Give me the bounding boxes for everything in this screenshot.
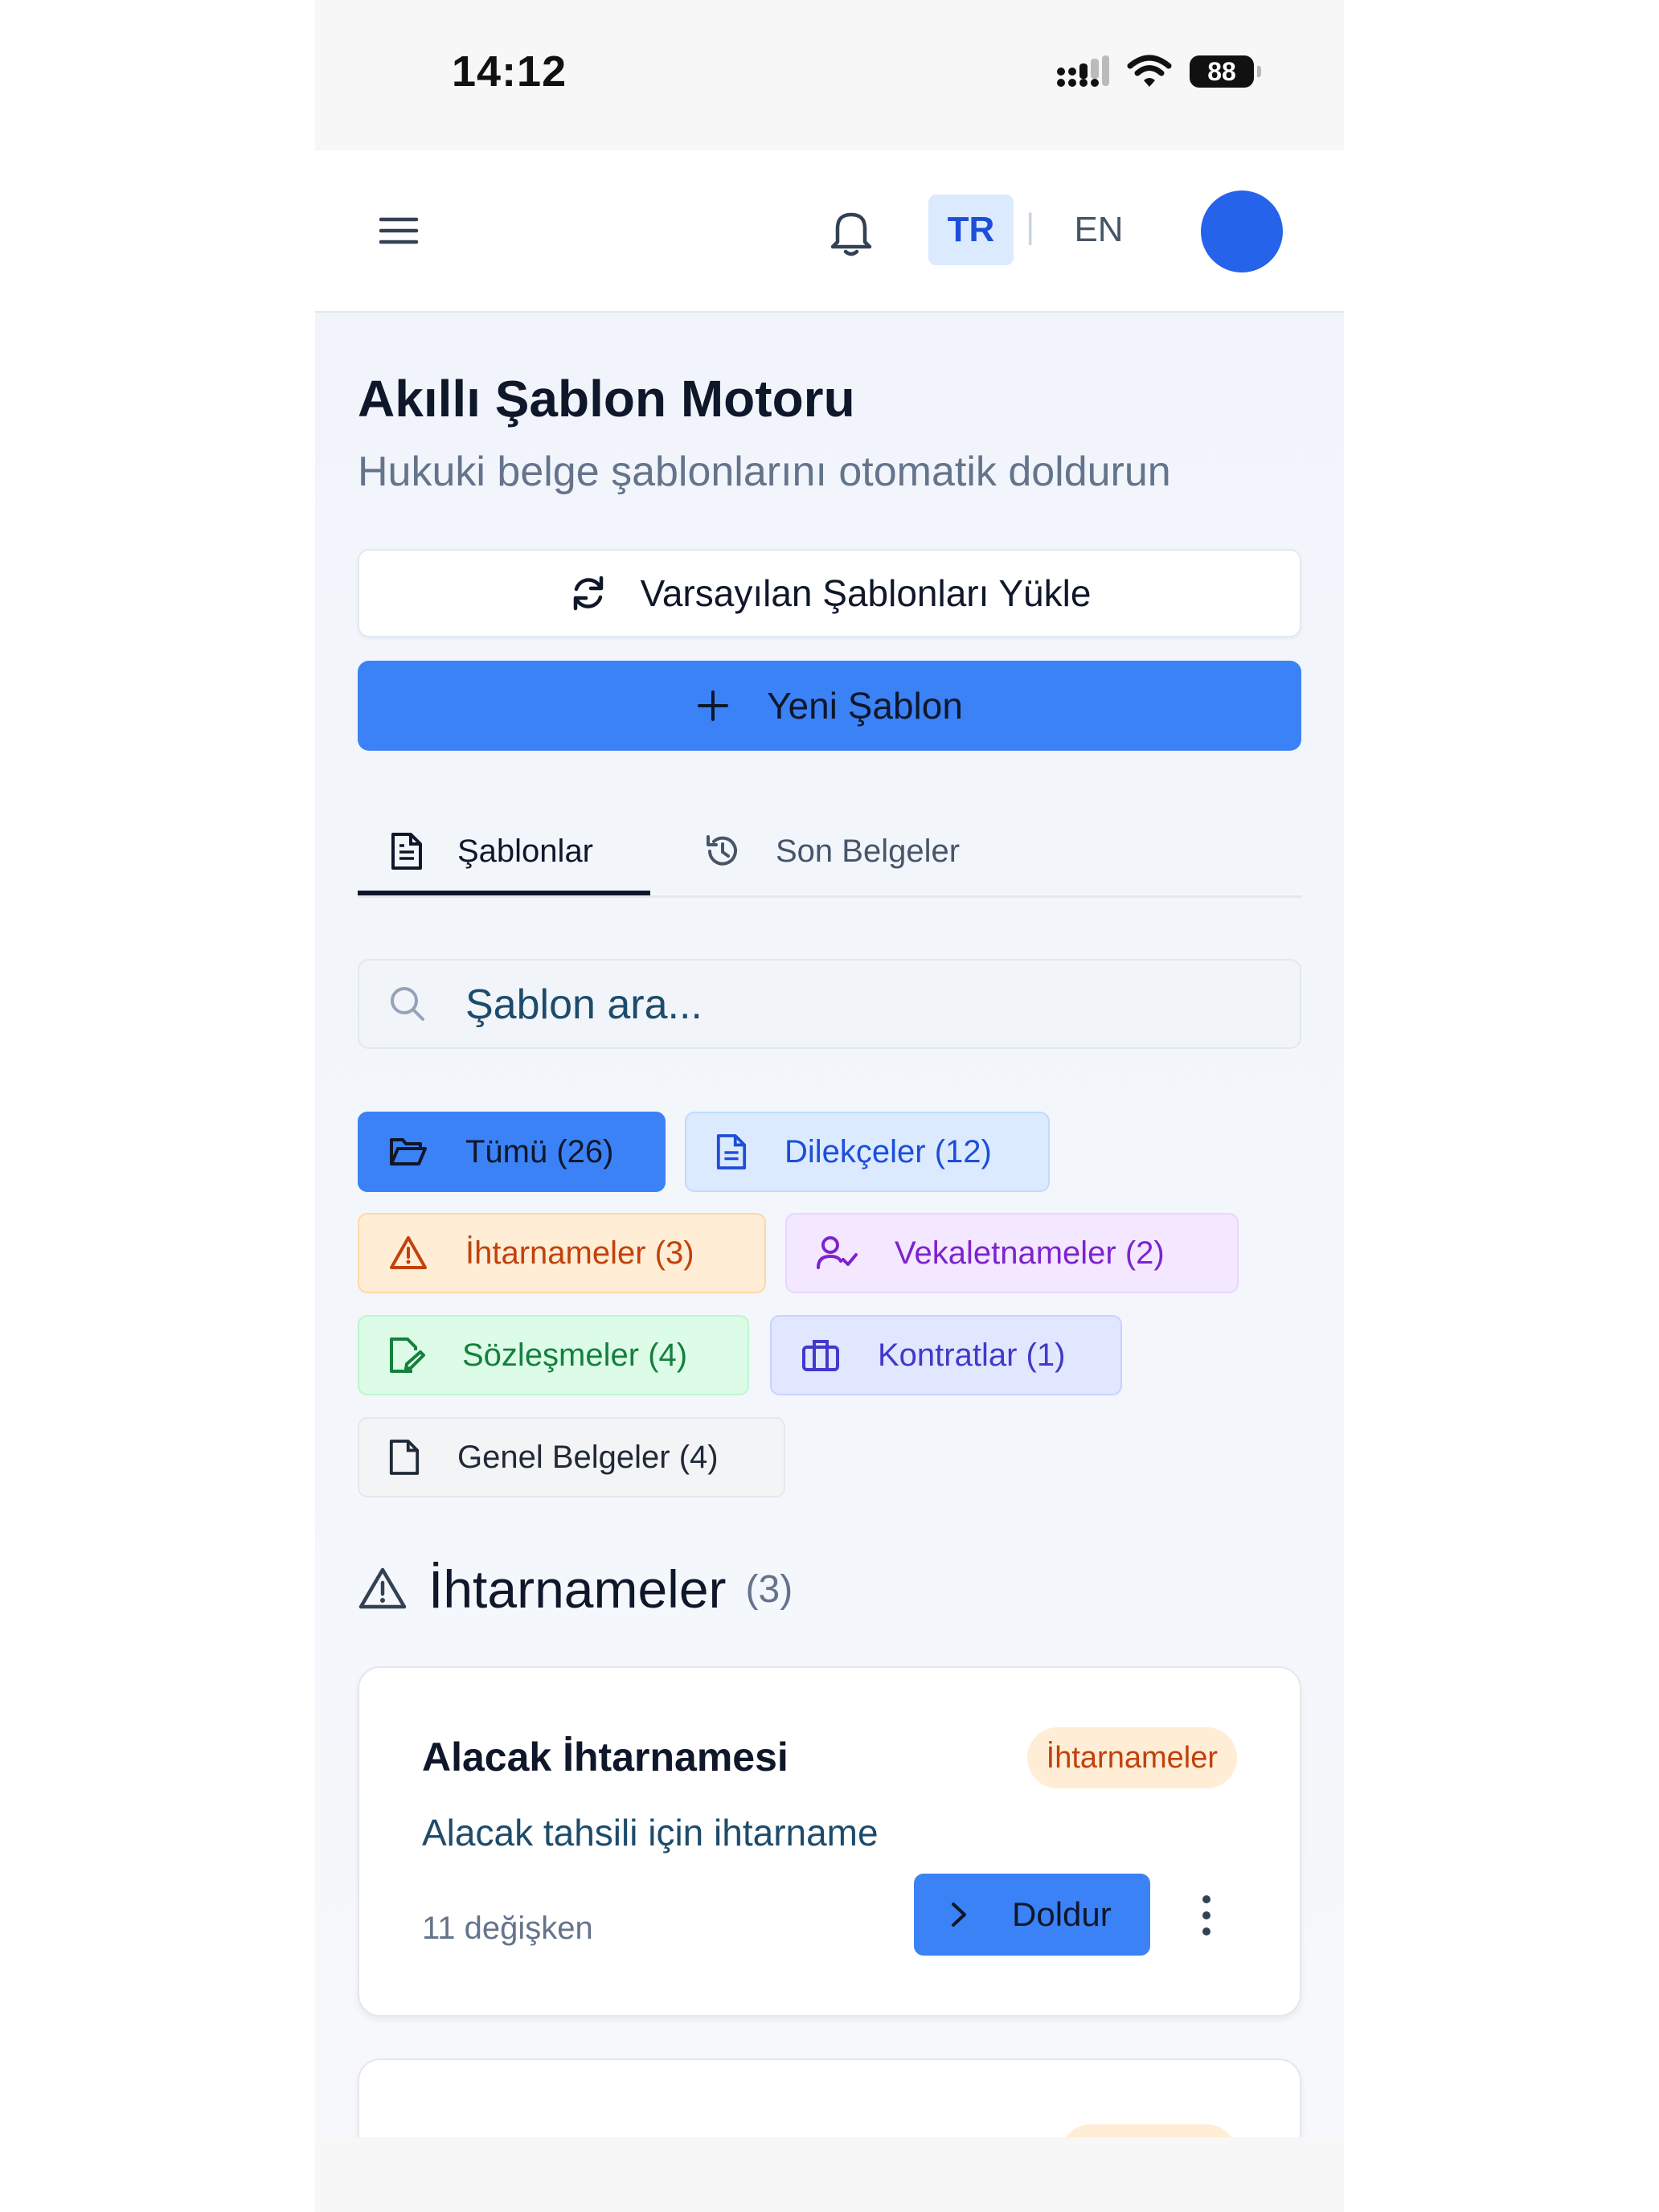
- tab-templates-label: Şablonlar: [457, 833, 594, 869]
- active-tab-indicator: [358, 891, 650, 895]
- file-icon: [389, 1440, 420, 1475]
- file-text-icon: [391, 833, 422, 870]
- fill-button[interactable]: Doldur: [914, 1874, 1150, 1956]
- app-header: TR | EN: [315, 150, 1344, 313]
- more-options-icon[interactable]: [1200, 1891, 1213, 1940]
- template-variable-count: 11 değişken: [422, 1911, 593, 1946]
- template-card-description: Alacak tahsili için ihtarname: [422, 1812, 879, 1854]
- filter-general-documents[interactable]: Genel Belgeler (4): [358, 1417, 785, 1497]
- language-tr-button[interactable]: TR: [928, 195, 1014, 265]
- filter-agreements-label: Sözleşmeler (4): [462, 1337, 688, 1373]
- new-template-label: Yeni Şablon: [767, 685, 963, 727]
- filter-contracts[interactable]: Kontratlar (1): [770, 1315, 1122, 1395]
- file-signature-icon: [390, 1337, 425, 1373]
- bell-icon[interactable]: [826, 207, 876, 258]
- status-bar: 14:12 88: [315, 0, 1344, 150]
- battery-level: 88: [1207, 56, 1236, 86]
- tab-recent-documents[interactable]: Son Belgeler: [703, 807, 960, 895]
- template-card-title: Alacak İhtarnamesi: [422, 1735, 789, 1780]
- page-title: Akıllı Şablon Motoru: [358, 370, 855, 428]
- filter-warnings[interactable]: İhtarnameler (3): [358, 1213, 766, 1293]
- plus-icon: [698, 690, 729, 721]
- status-time: 14:12: [452, 47, 567, 96]
- chevron-right-icon: [952, 1903, 966, 1927]
- template-card[interactable]: Alacak İhtarnamesi İhtarnameler Alacak t…: [358, 1666, 1301, 2017]
- search-box: [358, 959, 1301, 1049]
- page-subtitle: Hukuki belge şablonlarını otomatik doldu…: [358, 449, 1171, 495]
- filter-agreements[interactable]: Sözleşmeler (4): [358, 1315, 749, 1395]
- tab-recent-label: Son Belgeler: [776, 833, 961, 869]
- avatar[interactable]: [1201, 190, 1283, 272]
- load-defaults-button[interactable]: Varsayılan Şablonları Yükle: [358, 549, 1301, 637]
- filter-power-of-attorney-label: Vekaletnameler (2): [895, 1235, 1165, 1271]
- filter-contracts-label: Kontratlar (1): [878, 1337, 1066, 1373]
- section-title: İhtarnameler: [428, 1559, 727, 1619]
- filter-petitions-label: Dilekçeler (12): [784, 1133, 992, 1169]
- signal-icon: [1057, 55, 1109, 87]
- battery-indicator: 88: [1190, 55, 1261, 88]
- category-badge: İhtarnameler: [1026, 1727, 1237, 1788]
- section-header: İhtarnameler (3): [358, 1559, 793, 1620]
- filter-general-documents-label: Genel Belgeler (4): [457, 1439, 719, 1475]
- filter-petitions[interactable]: Dilekçeler (12): [685, 1112, 1050, 1192]
- status-icons: 88: [1056, 55, 1261, 88]
- filter-warnings-label: İhtarnameler (3): [465, 1235, 694, 1271]
- load-defaults-label: Varsayılan Şablonları Yükle: [640, 572, 1092, 614]
- phone-screen: 14:12 88 TR | EN Akıllı Şablon Motoru Hu…: [315, 0, 1344, 2212]
- tab-bar: Şablonlar Son Belgeler: [358, 807, 1301, 898]
- filter-all[interactable]: Tümü (26): [358, 1112, 666, 1192]
- file-text-icon: [716, 1134, 747, 1169]
- bottom-safe-area: [315, 2137, 1344, 2212]
- language-en-button[interactable]: EN: [1063, 195, 1135, 265]
- warning-icon: [390, 1236, 427, 1269]
- folder-open-icon: [390, 1138, 427, 1165]
- wifi-icon: [1127, 55, 1172, 87]
- tab-templates[interactable]: Şablonlar: [390, 807, 593, 895]
- user-check-icon: [817, 1236, 858, 1269]
- refresh-icon: [573, 576, 603, 611]
- search-input[interactable]: [464, 961, 1271, 1049]
- filter-power-of-attorney[interactable]: Vekaletnameler (2): [785, 1213, 1239, 1293]
- fill-button-label: Doldur: [1012, 1895, 1112, 1933]
- briefcase-icon: [802, 1340, 839, 1371]
- section-count: (3): [745, 1567, 793, 1611]
- filter-all-label: Tümü (26): [465, 1133, 614, 1169]
- hamburger-menu-icon[interactable]: [376, 208, 421, 253]
- warning-icon: [358, 1567, 407, 1609]
- language-separator: |: [1026, 207, 1035, 246]
- history-icon: [707, 835, 737, 866]
- new-template-button[interactable]: Yeni Şablon: [358, 661, 1301, 751]
- search-icon: [391, 987, 424, 1021]
- main-content: Akıllı Şablon Motoru Hukuki belge şablon…: [315, 313, 1344, 2212]
